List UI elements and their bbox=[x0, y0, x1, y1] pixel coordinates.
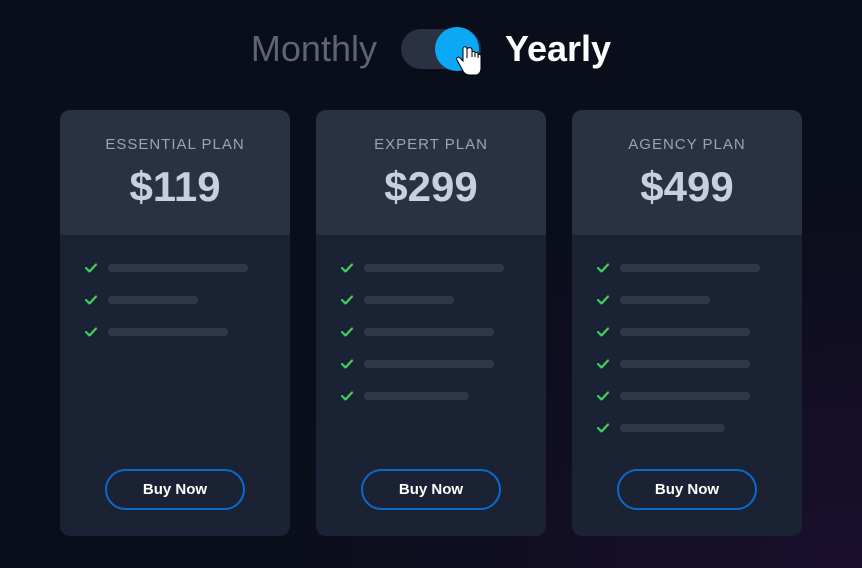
plan-header: AGENCY PLAN $499 bbox=[572, 110, 802, 235]
check-icon bbox=[596, 293, 610, 307]
check-icon bbox=[596, 325, 610, 339]
feature-item bbox=[596, 325, 778, 339]
check-icon bbox=[596, 421, 610, 435]
plan-header: ESSENTIAL PLAN $119 bbox=[60, 110, 290, 235]
plan-price: $299 bbox=[336, 163, 526, 211]
buy-now-button[interactable]: Buy Now bbox=[361, 469, 501, 510]
feature-placeholder-bar bbox=[620, 264, 760, 272]
billing-toggle-row: Monthly Yearly bbox=[0, 0, 862, 110]
plan-name: ESSENTIAL PLAN bbox=[80, 136, 270, 153]
check-icon bbox=[596, 261, 610, 275]
feature-placeholder-bar bbox=[108, 296, 198, 304]
feature-item bbox=[340, 261, 522, 275]
billing-toggle[interactable] bbox=[401, 29, 481, 69]
feature-placeholder-bar bbox=[364, 328, 494, 336]
feature-item bbox=[596, 357, 778, 371]
plan-card: EXPERT PLAN $299 Buy Now bbox=[316, 110, 546, 536]
check-icon bbox=[596, 357, 610, 371]
plan-header: EXPERT PLAN $299 bbox=[316, 110, 546, 235]
check-icon bbox=[340, 293, 354, 307]
feature-placeholder-bar bbox=[620, 328, 750, 336]
check-icon bbox=[84, 325, 98, 339]
feature-placeholder-bar bbox=[620, 424, 725, 432]
yearly-label[interactable]: Yearly bbox=[505, 28, 611, 70]
plan-price: $499 bbox=[592, 163, 782, 211]
feature-item bbox=[340, 293, 522, 307]
feature-item bbox=[340, 325, 522, 339]
plan-name: EXPERT PLAN bbox=[336, 136, 526, 153]
feature-item bbox=[596, 421, 778, 435]
feature-item bbox=[596, 261, 778, 275]
plans-container: ESSENTIAL PLAN $119 Buy Now EXPERT PLAN $299… bbox=[0, 110, 862, 536]
feature-item bbox=[84, 261, 266, 275]
feature-item bbox=[84, 293, 266, 307]
plan-card: ESSENTIAL PLAN $119 Buy Now bbox=[60, 110, 290, 536]
feature-placeholder-bar bbox=[364, 392, 469, 400]
feature-item bbox=[340, 389, 522, 403]
toggle-knob bbox=[435, 27, 479, 71]
plan-price: $119 bbox=[80, 163, 270, 211]
feature-placeholder-bar bbox=[108, 264, 248, 272]
buy-row: Buy Now bbox=[572, 463, 802, 536]
feature-placeholder-bar bbox=[364, 264, 504, 272]
features-list bbox=[316, 235, 546, 463]
feature-placeholder-bar bbox=[108, 328, 228, 336]
feature-placeholder-bar bbox=[620, 392, 750, 400]
monthly-label[interactable]: Monthly bbox=[251, 28, 377, 70]
plan-name: AGENCY PLAN bbox=[592, 136, 782, 153]
check-icon bbox=[84, 261, 98, 275]
check-icon bbox=[596, 389, 610, 403]
feature-item bbox=[340, 357, 522, 371]
check-icon bbox=[340, 325, 354, 339]
check-icon bbox=[340, 261, 354, 275]
check-icon bbox=[84, 293, 98, 307]
buy-row: Buy Now bbox=[316, 463, 546, 536]
check-icon bbox=[340, 389, 354, 403]
buy-now-button[interactable]: Buy Now bbox=[617, 469, 757, 510]
buy-now-button[interactable]: Buy Now bbox=[105, 469, 245, 510]
feature-placeholder-bar bbox=[620, 360, 750, 368]
feature-item bbox=[596, 293, 778, 307]
check-icon bbox=[340, 357, 354, 371]
feature-placeholder-bar bbox=[620, 296, 710, 304]
feature-item bbox=[596, 389, 778, 403]
features-list bbox=[572, 235, 802, 463]
feature-item bbox=[84, 325, 266, 339]
feature-placeholder-bar bbox=[364, 360, 494, 368]
buy-row: Buy Now bbox=[60, 463, 290, 536]
features-list bbox=[60, 235, 290, 463]
feature-placeholder-bar bbox=[364, 296, 454, 304]
plan-card: AGENCY PLAN $499 Buy Now bbox=[572, 110, 802, 536]
